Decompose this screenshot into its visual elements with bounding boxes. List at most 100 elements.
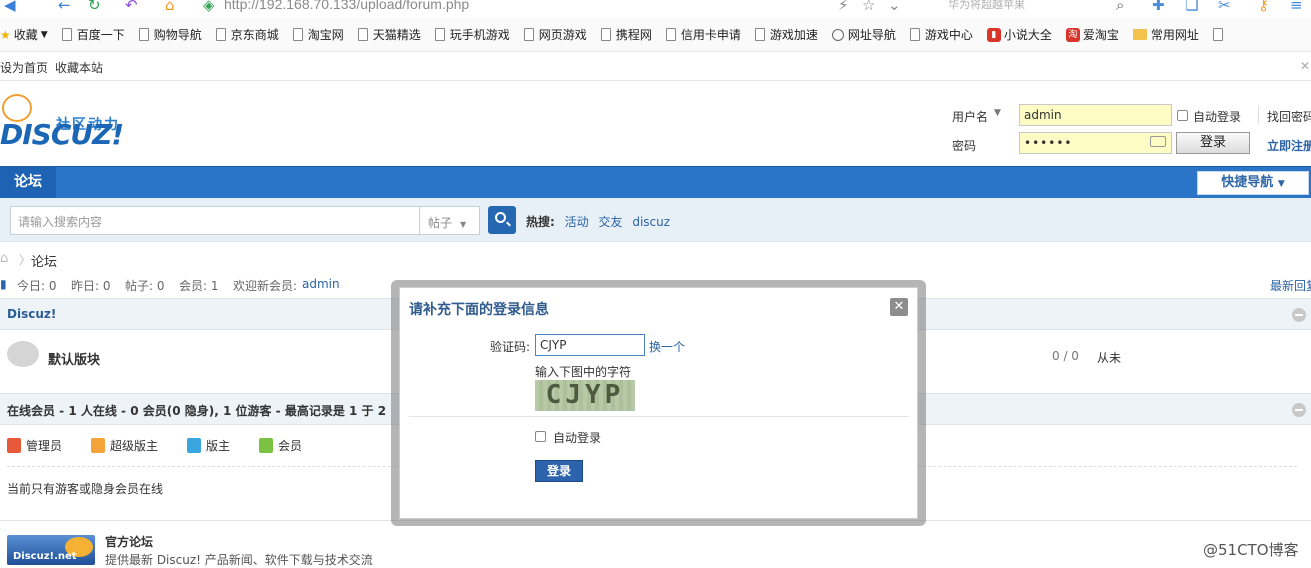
- close-icon[interactable]: ✕: [890, 298, 908, 316]
- nav-item-forum[interactable]: 论坛: [0, 167, 56, 198]
- page-icon: [61, 28, 72, 41]
- address-bar[interactable]: http://192.168.70.133/upload/forum.php: [224, 0, 469, 12]
- home-icon[interactable]: ⌂: [165, 0, 175, 14]
- page-icon: [665, 28, 676, 41]
- site-logo[interactable]: DISCUZ!: [0, 118, 124, 151]
- captcha-input[interactable]: CJYP: [535, 334, 645, 356]
- hot-search-link[interactable]: 交友: [598, 215, 622, 229]
- bookmark-item[interactable]: 淘宝网: [292, 23, 350, 47]
- extension-icon[interactable]: ✚: [1152, 0, 1165, 14]
- register-link[interactable]: 立即注册: [1267, 137, 1311, 154]
- bookmark-item[interactable]: 携程网: [600, 23, 658, 47]
- chevron-right-icon: 〉: [19, 253, 32, 267]
- bookmark-item[interactable]: ▮ 小说大全: [986, 23, 1058, 47]
- browser-toolbar: ◀ ← ↻ ↶ ⌂ ◈ http://192.168.70.133/upload…: [0, 0, 1311, 16]
- search-icon[interactable]: ⌕: [1116, 0, 1124, 14]
- bookmark-item[interactable]: 京东商城: [215, 23, 285, 47]
- bookmark-item[interactable]: 玩手机游戏: [434, 23, 516, 47]
- dropdown-icon[interactable]: ⌄: [888, 0, 901, 14]
- home-icon[interactable]: ⌂: [0, 251, 8, 266]
- collapse-icon[interactable]: [1292, 308, 1306, 322]
- official-forum-logo[interactable]: Discuz!.net: [7, 535, 95, 565]
- bookmark-item[interactable]: 淘爱淘宝: [1065, 23, 1125, 47]
- chart-icon: ▮: [0, 277, 7, 291]
- refresh-icon[interactable]: ↻: [88, 0, 101, 14]
- watermark: @51CTO博客: [1203, 541, 1299, 559]
- username-input[interactable]: admin: [1019, 104, 1172, 126]
- category-title[interactable]: Discuz!: [7, 307, 56, 321]
- bookmark-item[interactable]: ★ 收藏 ▼: [0, 23, 54, 47]
- key-icon[interactable]: ⚷: [1258, 0, 1269, 14]
- forum-name-link[interactable]: 默认版块: [48, 349, 100, 368]
- page-icon: [292, 28, 303, 41]
- breadcrumb-current[interactable]: 论坛: [31, 251, 57, 270]
- online-title: 在线会员 - 1 人在线 - 0 会员(0 隐身), 1 位游客 - 最高记录是…: [7, 404, 387, 418]
- bookmark-item[interactable]: 常用网址: [1132, 23, 1205, 47]
- page-icon: [523, 28, 534, 41]
- login-dialog: 请补充下面的登录信息 ✕ 验证码: CJYP 换一个 输入下图中的字符 CJYP…: [399, 287, 918, 519]
- add-favorite-link[interactable]: 收藏本站: [55, 59, 103, 76]
- bookmark-item[interactable]: 天猫精选: [357, 23, 427, 47]
- secure-shield-icon: ◈: [203, 0, 215, 14]
- star-icon[interactable]: ☆: [862, 0, 875, 14]
- user-icon: [91, 438, 105, 453]
- page-icon: [434, 28, 445, 41]
- back-icon[interactable]: ◀: [4, 0, 16, 14]
- quick-nav-button[interactable]: 快捷导航 ▼: [1197, 171, 1309, 195]
- top-links: 设为首页 收藏本站 ✕: [0, 53, 1311, 81]
- browser-search-input[interactable]: 华为将超越苹果: [948, 0, 1025, 12]
- new-member-link[interactable]: admin: [302, 277, 340, 291]
- bookmark-bar: ★ 收藏 ▼ 百度一下 购物导航 京东商城 淘宝网 天猫精选 玩手机游戏 网页游戏 …: [0, 18, 1311, 52]
- auto-login-label: 自动登录: [1193, 110, 1242, 124]
- latest-replies-link[interactable]: 最新回复: [1270, 277, 1311, 294]
- globe-icon: [831, 28, 844, 41]
- window-icon[interactable]: ❏: [1185, 0, 1198, 14]
- captcha-hint: 输入下图中的字符: [535, 365, 632, 379]
- undo-icon[interactable]: ↶: [125, 0, 138, 14]
- official-forum-title[interactable]: 官方论坛: [105, 533, 153, 550]
- bookmark-item[interactable]: [1212, 23, 1234, 47]
- login-button[interactable]: 登录: [1176, 132, 1250, 154]
- online-note: 当前只有游客或隐身会员在线: [7, 482, 164, 496]
- hot-search-link[interactable]: 活动: [565, 215, 589, 229]
- collapse-icon[interactable]: [1292, 403, 1306, 417]
- scissors-icon[interactable]: ✂: [1218, 0, 1231, 14]
- search-button[interactable]: [488, 206, 516, 234]
- main-nav: 论坛 快捷导航 ▼: [0, 166, 1311, 198]
- divider: [409, 416, 909, 417]
- official-forum-desc: 提供最新 Discuz! 产品新闻、软件下载与技术交流: [105, 553, 373, 567]
- hot-search-link[interactable]: discuz: [632, 215, 670, 229]
- lightning-icon[interactable]: ⚡: [838, 0, 849, 14]
- auto-login-checkbox[interactable]: [1177, 110, 1188, 121]
- bookmark-item[interactable]: 百度一下: [61, 23, 131, 47]
- search-bar: 请输入搜索内容 帖子 ▼ 热搜: 活动 交友 discuz: [0, 198, 1311, 242]
- user-icon: [7, 438, 21, 453]
- bookmark-item[interactable]: 信用卡申请: [665, 23, 747, 47]
- captcha-image[interactable]: CJYP: [535, 380, 635, 411]
- forum-bubble-icon: [7, 341, 39, 367]
- legend-mod: 版主: [187, 437, 230, 454]
- dialog-login-button[interactable]: 登录: [535, 460, 583, 482]
- password-label: 密码: [952, 139, 977, 153]
- close-icon[interactable]: ✕: [1300, 59, 1310, 73]
- forgot-password-link[interactable]: 找回密码: [1267, 108, 1311, 125]
- auto-login-label: 自动登录: [553, 431, 602, 445]
- captcha-refresh-link[interactable]: 换一个: [649, 338, 685, 355]
- search-input[interactable]: 请输入搜索内容: [10, 206, 420, 235]
- caret-down-icon[interactable]: ▼: [994, 108, 1001, 118]
- set-home-link[interactable]: 设为首页: [0, 59, 48, 76]
- page-icon: [1212, 28, 1223, 41]
- bookmark-item[interactable]: 游戏中心: [909, 23, 979, 47]
- dialog-title: 请补充下面的登录信息: [409, 302, 549, 318]
- bookmark-item[interactable]: 游戏加速: [754, 23, 824, 47]
- caret-down-icon: ▼: [40, 29, 48, 40]
- forward-icon[interactable]: ←: [58, 0, 71, 14]
- auto-login-checkbox[interactable]: [535, 431, 546, 442]
- bookmark-item[interactable]: 网址导航: [831, 23, 902, 47]
- username-label[interactable]: 用户名: [952, 108, 988, 125]
- menu-icon[interactable]: ≡: [1290, 0, 1303, 14]
- bookmark-item[interactable]: 网页游戏: [523, 23, 593, 47]
- keyboard-icon[interactable]: [1150, 136, 1166, 147]
- bookmark-item[interactable]: 购物导航: [138, 23, 208, 47]
- search-type-select[interactable]: 帖子 ▼: [419, 206, 480, 235]
